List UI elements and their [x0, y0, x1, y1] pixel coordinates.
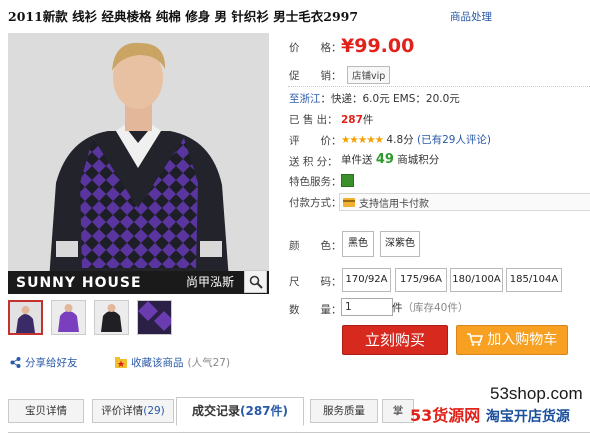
color-option-black[interactable]: 黑色 [342, 231, 374, 257]
points-value: 49 [375, 152, 394, 167]
sold-label: 已 售 出： [289, 114, 338, 126]
share-label: 分享给好友 [25, 357, 78, 369]
brand-name-cn: 尚甲泓斯 [186, 275, 235, 289]
points-label: 送 积 分： [289, 156, 338, 168]
watermark-slogan: 53货源网 淘宝开店货源 [410, 402, 570, 426]
watermark-tagline: 淘宝开店货源 [485, 409, 570, 425]
product-title: 2011新款 线衫 经典棱格 纯棉 修身 男 针织衫 男士毛衣2997 [8, 9, 359, 24]
add-to-cart-button[interactable]: 加入购物车 [456, 325, 568, 355]
quantity-label: 数 量： [289, 304, 342, 316]
service-badge-icon[interactable] [341, 174, 354, 187]
payment-label: 付款方式： [289, 197, 342, 209]
size-option-175[interactable]: 175/96A [395, 268, 447, 292]
rating-label: 评 价： [289, 135, 342, 147]
share-icon [10, 357, 21, 368]
price-label: 价 格： [289, 42, 342, 54]
model-photo [8, 33, 269, 294]
add-to-cart-label: 加入购物车 [487, 332, 558, 348]
popularity-count: (人气27) [187, 357, 231, 369]
rating-score: 4.8分 [386, 134, 414, 146]
tab-item-details[interactable]: 宝贝详情 [8, 399, 84, 423]
tab-label: 服务质量 [323, 405, 365, 417]
brand-name-en: SUNNY HOUSE [16, 275, 142, 291]
tab-label: 宝贝详情 [25, 405, 67, 417]
shipping-fees: ：快递：6.0元 EMS：20.0元 [320, 93, 460, 105]
size-option-185[interactable]: 185/104A [506, 268, 562, 292]
size-label: 尺 码： [289, 276, 342, 288]
quantity-input[interactable]: 1 [341, 298, 393, 316]
tab-service-quality[interactable]: 服务质量 [310, 399, 378, 423]
shipping-destination[interactable]: 至浙江 [289, 93, 321, 105]
report-link[interactable]: 商品处理 [450, 9, 492, 24]
magnifier-icon[interactable] [244, 270, 267, 293]
tab-label: 评价详情 [101, 405, 144, 417]
price-value: ¥99.00 [341, 35, 415, 57]
color-option-deep-purple[interactable]: 深紫色 [380, 231, 420, 257]
rating-reviews-link[interactable]: (已有29人评论) [417, 134, 491, 146]
favorite-label: 收藏该商品 [131, 357, 184, 369]
site-watermark: 53shop.com 53货源网 淘宝开店货源 [410, 380, 590, 432]
sold-count: 287 [341, 114, 363, 126]
payment-methods: 支持信用卡付款 [339, 193, 590, 211]
watermark-brand: 53货源网 [410, 406, 481, 425]
shipping-info: 至浙江：快递：6.0元 EMS：20.0元 [289, 91, 460, 106]
rating-info: ★★★★★ 4.8分 (已有29人评论) [341, 132, 491, 147]
size-option-170[interactable]: 170/92A [342, 268, 391, 292]
quantity-unit-label: 件 [392, 302, 403, 314]
size-option-180[interactable]: 180/100A [450, 268, 503, 292]
tab-reviews[interactable]: 评价详情(29) [92, 399, 174, 423]
credit-card-icon [343, 197, 355, 207]
payment-text: 支持信用卡付款 [359, 198, 429, 210]
product-main-image[interactable]: SUNNY HOUSE 尚甲泓斯 [8, 33, 269, 294]
tab-count: (29) [143, 405, 165, 417]
tab-label: 成交记录 [191, 404, 240, 418]
points-suffix: 商城积分 [397, 154, 440, 166]
stock-info: （库存40件） [402, 302, 469, 314]
color-label: 颜 色： [289, 240, 342, 252]
tab-transactions[interactable]: 成交记录(287件) [176, 397, 304, 426]
thumbnail-strip [8, 300, 172, 335]
thumbnail-4[interactable] [137, 300, 172, 335]
points-prefix: 单件送 [341, 154, 373, 166]
quantity-unit: 件（库存40件） [392, 300, 468, 315]
watermark-domain: 53shop.com [490, 384, 583, 403]
thumbnail-1[interactable] [8, 300, 43, 335]
thumbnail-2[interactable] [51, 300, 86, 335]
divider [288, 86, 590, 87]
points-info: 单件送 49 商城积分 [341, 152, 439, 167]
rating-stars-icon: ★★★★★ [341, 134, 384, 146]
promo-vip-tag: 店铺vip [347, 66, 391, 84]
buy-now-button[interactable]: 立刻购买 [342, 325, 448, 355]
tab-count: (287件) [239, 404, 289, 418]
share-link[interactable]: 分享给好友 [10, 355, 78, 370]
service-label: 特色服务： [289, 176, 342, 188]
tab-label: 掌 [392, 405, 404, 417]
brand-banner: SUNNY HOUSE 尚甲泓斯 [8, 271, 269, 294]
folder-star-icon [115, 357, 127, 368]
sold-info: 287件 [341, 112, 373, 127]
sold-unit: 件 [362, 114, 374, 126]
promo-label: 促 销： [289, 70, 342, 82]
thumbnail-3[interactable] [94, 300, 129, 335]
cart-icon [466, 333, 483, 346]
favorite-link[interactable]: 收藏该商品 (人气27) [115, 355, 230, 370]
